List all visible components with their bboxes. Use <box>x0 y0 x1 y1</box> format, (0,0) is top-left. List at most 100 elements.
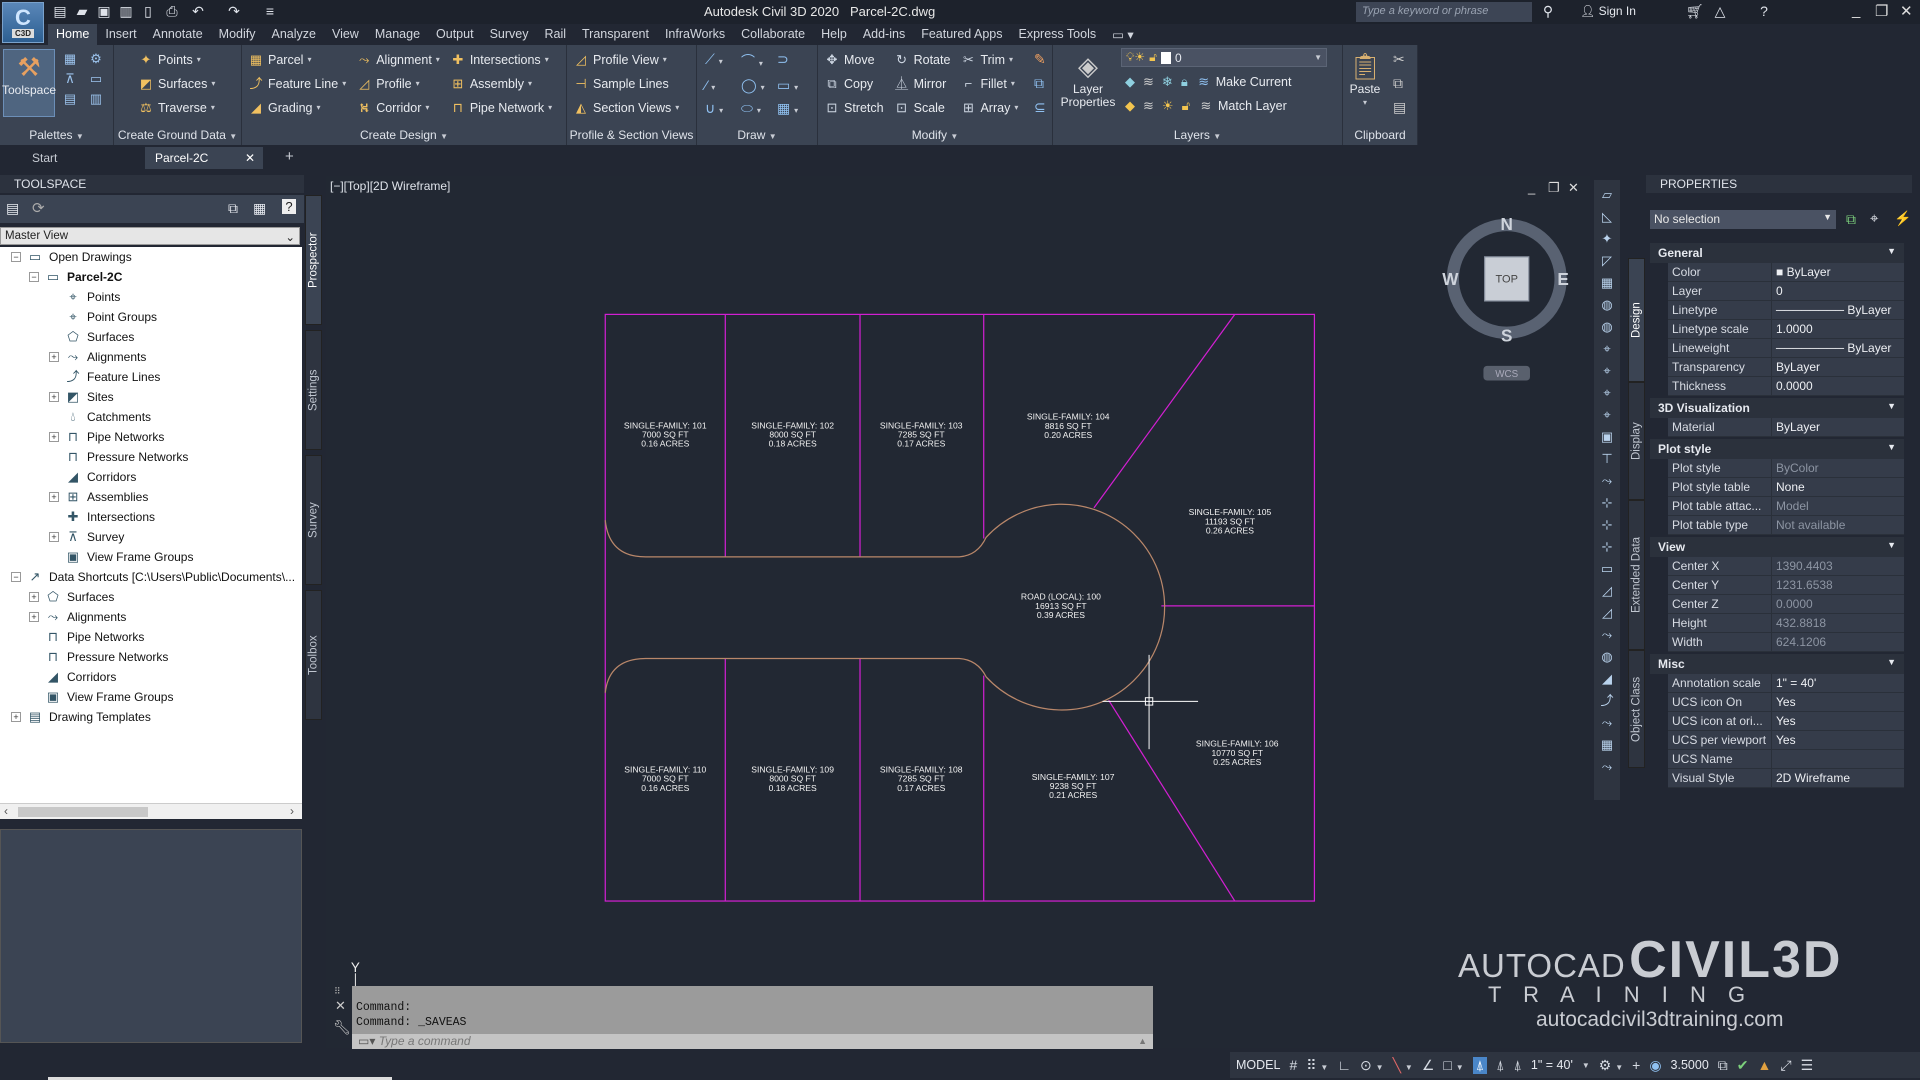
fillet-button[interactable]: ⌐ Fillet ▾ <box>960 73 1018 94</box>
tab-featured-apps[interactable]: Featured Apps <box>913 24 1010 45</box>
tree-item-catchments[interactable]: 💧︎ Catchments <box>65 407 151 427</box>
circle-icon[interactable]: ◯ ▾ <box>741 77 777 94</box>
parcel-label[interactable]: SINGLE-FAMILY: 1017000 SQ FT0.16 ACRES <box>624 420 707 448</box>
annotation-scale-value[interactable]: 1" = 40' <box>1531 1058 1573 1072</box>
property-row[interactable]: Layer 0 <box>1668 282 1904 301</box>
erase-icon[interactable]: ✎ <box>1034 51 1046 68</box>
toolspace-button[interactable]: ⚒ Toolspace <box>2 49 56 117</box>
annotation-visibility-icon[interactable]: ⍋ <box>1472 1056 1488 1074</box>
side-tab-survey[interactable]: Survey <box>305 455 322 585</box>
horizontal-scrollbar[interactable]: ‹ › <box>0 803 302 819</box>
tree-item-corridors[interactable]: ◢ Corridors <box>45 667 116 687</box>
tree-item-alignments[interactable]: + ⤳ Alignments <box>49 347 146 367</box>
collapse-icon[interactable]: − <box>11 252 21 262</box>
viewport-close-icon[interactable]: ✕ <box>1568 180 1579 196</box>
property-value[interactable]: 2D Wireframe <box>1772 769 1904 787</box>
compass-e[interactable]: E <box>1557 269 1568 289</box>
property-value[interactable]: None <box>1772 478 1904 496</box>
property-value[interactable] <box>1772 750 1904 768</box>
property-value[interactable]: ■ ByLayer <box>1772 263 1904 281</box>
civil-tool-icon[interactable]: ◿ <box>1598 604 1616 621</box>
compass-n[interactable]: N <box>1501 214 1513 234</box>
model-space-button[interactable]: MODEL <box>1236 1058 1280 1072</box>
object-snap-icon[interactable]: □ ▼ <box>1443 1057 1463 1073</box>
expand-history-icon[interactable]: ▲ <box>1138 1034 1147 1049</box>
copy-clip-icon[interactable]: ⧉ <box>1393 75 1406 92</box>
tab-express-tools[interactable]: Express Tools <box>1011 24 1105 45</box>
side-tab-display[interactable]: Display <box>1628 382 1645 500</box>
minimize-icon[interactable]: _ <box>1852 2 1860 19</box>
save-icon[interactable]: ▣ <box>96 3 112 19</box>
tab-parcel-2c[interactable]: Parcel-2C ✕ <box>145 147 263 169</box>
snap-icon[interactable]: ⠿ ▼ <box>1306 1057 1328 1074</box>
layer-dropdown[interactable]: 💡︎☀ 🔓︎ 0 ▼ <box>1121 48 1327 67</box>
intersections-button[interactable]: ✚ Intersections ▾ <box>450 49 552 70</box>
grip-icon[interactable]: ⠿ <box>334 986 341 997</box>
select-objects-icon[interactable]: ⌖ <box>1870 210 1878 227</box>
tab-modify[interactable]: Modify <box>211 24 264 45</box>
auto-scale-icon[interactable]: ⍋ <box>1496 1057 1504 1074</box>
sign-in-button[interactable]: 👤︎ Sign In <box>1580 4 1636 18</box>
quick-properties-icon[interactable]: ⧉ <box>1718 1057 1728 1074</box>
close-tab-icon[interactable]: ✕ <box>245 151 255 165</box>
open-icon[interactable]: ▰ <box>74 3 90 19</box>
survey-palette-icon[interactable]: ⊼ <box>62 71 78 87</box>
civil-tool-icon[interactable]: ▣ <box>1598 428 1616 445</box>
rotate-button[interactable]: ↻ Rotate <box>894 49 950 70</box>
thaw-icon[interactable]: ☀ <box>1162 98 1174 114</box>
cut-icon[interactable]: ✂ <box>1393 51 1406 68</box>
viewport-controls-label[interactable]: [−][Top][2D Wireframe] <box>330 179 450 193</box>
side-tab-object-class[interactable]: Object Class <box>1628 650 1645 768</box>
tab-rail[interactable]: Rail <box>536 24 574 45</box>
collapse-section-icon[interactable]: ▼ <box>1887 442 1896 456</box>
new-tab-button[interactable]: + <box>275 147 304 169</box>
offset-icon[interactable]: ⊆ <box>1034 99 1046 116</box>
workspace-gear-icon[interactable]: ⚙ ▼ <box>1599 1057 1623 1074</box>
spline-icon[interactable]: ∪ ▾ <box>705 100 741 117</box>
property-row[interactable]: Lineweight ──────── ByLayer <box>1668 339 1904 358</box>
compass-s[interactable]: S <box>1501 325 1512 345</box>
dropdown-caret-icon[interactable]: ▾ <box>425 103 429 112</box>
tab-analyze[interactable]: Analyze <box>263 24 323 45</box>
match-properties-icon[interactable]: ▤ <box>1393 99 1406 116</box>
scroll-thumb[interactable] <box>18 807 148 817</box>
property-row[interactable]: Height 432.8818 <box>1668 614 1904 633</box>
unisolate-icon[interactable]: ≋ <box>1143 98 1154 114</box>
tree-item-sites[interactable]: + ◩ Sites <box>49 387 114 407</box>
dropdown-caret-icon[interactable]: ▾ <box>211 79 215 88</box>
expand-icon[interactable]: + <box>29 592 39 602</box>
property-row[interactable]: UCS per viewport Yes <box>1668 731 1904 750</box>
expand-icon[interactable]: + <box>49 392 59 402</box>
tree-item-surfaces[interactable]: ⬠ Surfaces <box>65 327 134 347</box>
property-value[interactable]: ByLayer <box>1772 418 1904 436</box>
tree-item-assemblies[interactable]: + ⊞ Assemblies <box>49 487 148 507</box>
view-dropdown[interactable]: Master View ⌄ <box>0 227 300 245</box>
dropdown-caret-icon[interactable]: ▾ <box>675 103 679 112</box>
side-tab-prospector[interactable]: Prospector <box>305 195 322 325</box>
layer-on-all-icon[interactable]: ◆ <box>1125 98 1135 114</box>
share-icon[interactable]: ▯ <box>140 3 156 19</box>
civil-tool-icon[interactable]: ⌖ <box>1598 384 1616 401</box>
civil-tool-icon[interactable]: ⌖ <box>1598 340 1616 357</box>
property-value[interactable]: 1" = 40' <box>1772 674 1904 692</box>
property-row[interactable]: Linetype scale 1.0000 <box>1668 320 1904 339</box>
surfaces-button[interactable]: ◩ Surfaces ▾ <box>138 73 216 94</box>
redo-icon[interactable]: ↷ <box>226 3 242 19</box>
calculator-icon[interactable]: ▥ <box>88 91 104 107</box>
dropdown-caret-icon[interactable]: ▾ <box>545 55 549 64</box>
civil-tool-icon[interactable]: ▦ <box>1598 274 1616 291</box>
civil-tool-icon[interactable]: ◍ <box>1598 648 1616 665</box>
help-icon[interactable]: ? <box>1756 3 1772 19</box>
civil-tool-icon[interactable]: ◸ <box>1598 252 1616 269</box>
binoculars-icon[interactable]: ⚲ <box>1540 3 1556 19</box>
toggle-pickadd-icon[interactable]: ⧉ <box>1846 211 1856 228</box>
civil-tool-icon[interactable]: ◺ <box>1598 208 1616 225</box>
grading-button[interactable]: ◢ Grading ▾ <box>248 97 346 118</box>
expand-icon[interactable]: + <box>49 352 59 362</box>
application-menu-button[interactable]: C C3D <box>2 2 44 43</box>
object-snap-tracking-icon[interactable]: ∠ <box>1422 1057 1435 1074</box>
tab-infraworks[interactable]: InfraWorks <box>657 24 733 45</box>
save-as-icon[interactable]: ▥ <box>118 3 134 19</box>
points-button[interactable]: ✦ Points ▾ <box>138 49 215 70</box>
cart-icon[interactable]: 🛒︎ <box>1686 3 1704 19</box>
